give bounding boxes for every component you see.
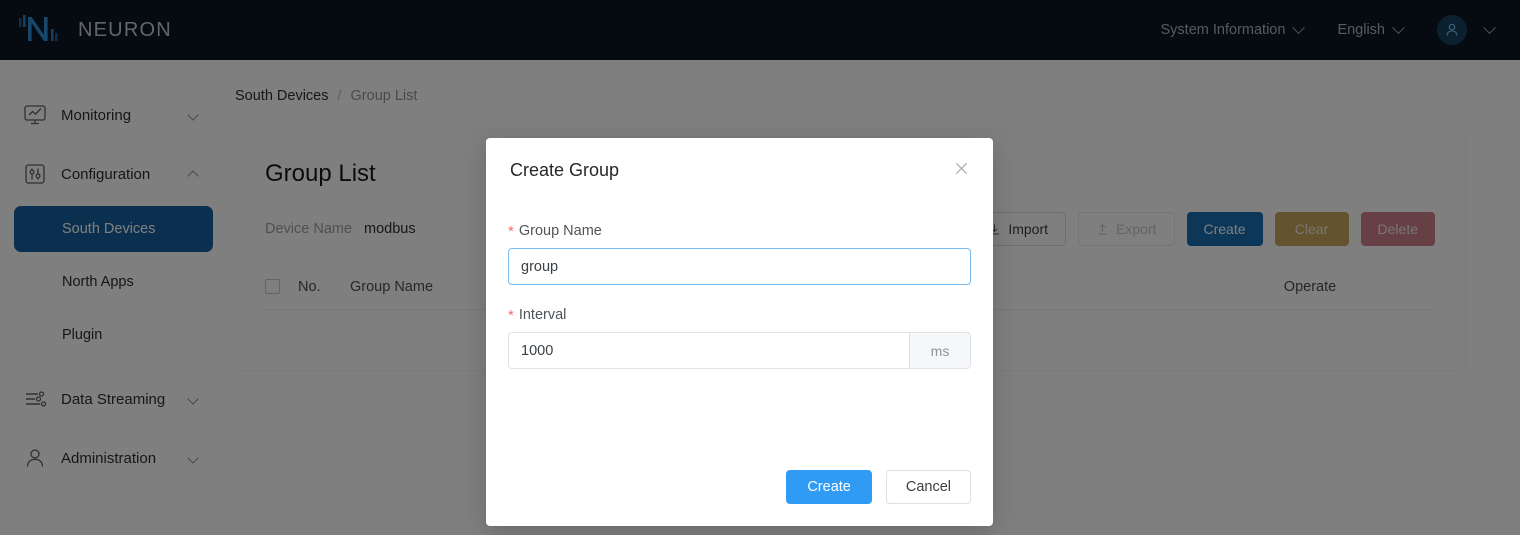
dialog-body: * Group Name group * Interval 1000 ms: [486, 223, 993, 369]
create-group-dialog: Create Group * Group Name group * Interv…: [486, 138, 993, 526]
dialog-footer: Create Cancel: [786, 470, 971, 504]
close-x-icon: [954, 161, 969, 176]
interval-unit-addon: ms: [909, 332, 971, 369]
dialog-cancel-button-label: Cancel: [906, 479, 951, 495]
interval-input-group: 1000 ms: [508, 332, 971, 369]
interval-label: Interval: [519, 307, 567, 323]
required-marker: *: [508, 308, 514, 323]
group-name-label-row: * Group Name: [508, 223, 971, 239]
dialog-create-button[interactable]: Create: [786, 470, 872, 504]
group-name-input[interactable]: group: [508, 248, 971, 285]
required-marker: *: [508, 224, 514, 239]
dialog-header: Create Group: [486, 138, 993, 181]
dialog-cancel-button[interactable]: Cancel: [886, 470, 971, 504]
interval-input[interactable]: 1000: [508, 332, 909, 369]
interval-label-row: * Interval: [508, 307, 971, 323]
dialog-create-button-label: Create: [807, 479, 851, 495]
group-name-field: * Group Name group: [508, 223, 971, 285]
group-name-label: Group Name: [519, 223, 602, 239]
dialog-title: Create Group: [510, 160, 619, 180]
close-icon[interactable]: [951, 158, 971, 178]
interval-field: * Interval 1000 ms: [508, 307, 971, 369]
